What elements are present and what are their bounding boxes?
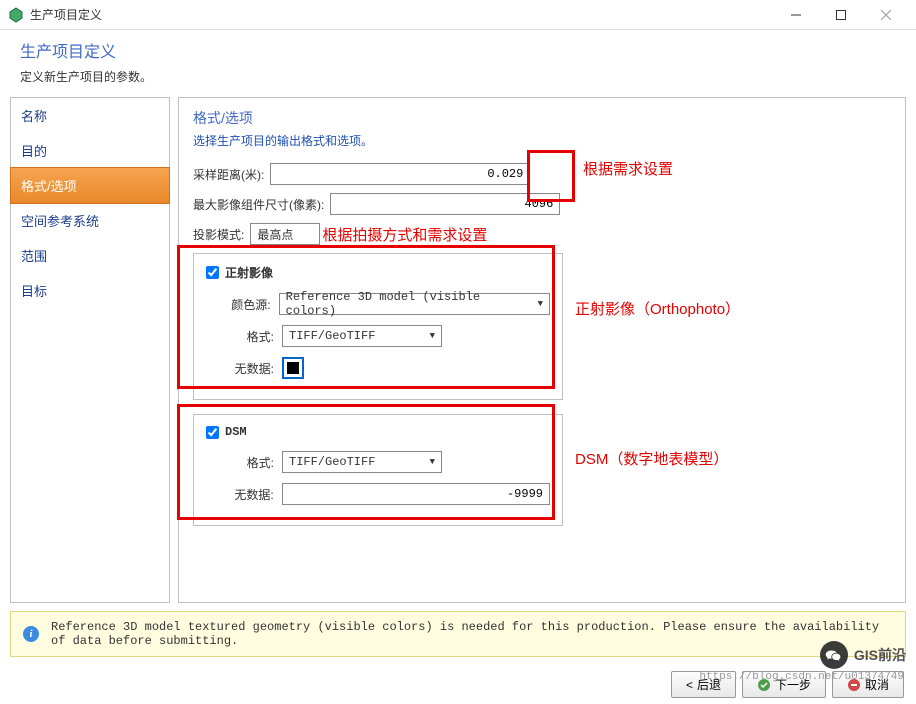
titlebar: 生产项目定义 <box>0 0 916 30</box>
dsm-title: DSM <box>225 425 247 439</box>
ortho-nodata-label: 无数据: <box>224 360 274 377</box>
ortho-checkbox[interactable] <box>206 266 219 279</box>
page-header: 生产项目定义 定义新生产项目的参数。 <box>0 30 916 97</box>
chevron-left-icon: < <box>686 678 693 692</box>
sidebar-item-target[interactable]: 目标 <box>11 273 169 308</box>
close-button[interactable] <box>863 0 908 30</box>
sampling-row: 采样距离(米): <box>193 163 891 185</box>
minimize-button[interactable] <box>773 0 818 30</box>
projection-select[interactable]: 最高点 <box>250 223 320 245</box>
sampling-input[interactable] <box>270 163 530 185</box>
sidebar-item-srs[interactable]: 空间参考系统 <box>11 203 169 238</box>
color-swatch-inner <box>287 362 299 374</box>
window-title: 生产项目定义 <box>30 6 773 23</box>
projection-label: 投影模式: <box>193 226 244 243</box>
dsm-checkbox[interactable] <box>206 426 219 439</box>
projection-value: 最高点 <box>257 226 293 243</box>
page-title: 生产项目定义 <box>20 38 896 62</box>
sidebar-item-name[interactable]: 名称 <box>11 98 169 133</box>
dsm-group: DSM 格式: TIFF/GeoTIFF ▼ 无数据: <box>193 414 563 526</box>
info-icon: i <box>23 626 39 642</box>
colorsrc-label: 颜色源: <box>224 296 271 313</box>
maxsize-label: 最大影像组件尺寸(像素): <box>193 196 324 213</box>
annotation-ortho: 正射影像（Orthophoto） <box>575 298 740 319</box>
ortho-format-label: 格式: <box>224 328 274 345</box>
maxsize-row: 最大影像组件尺寸(像素): <box>193 193 891 215</box>
colorsrc-select[interactable]: Reference 3D model (visible colors) ▼ <box>279 293 550 315</box>
watermark: GIS前沿 <box>820 641 906 669</box>
info-text: Reference 3D model textured geometry (vi… <box>51 620 893 648</box>
app-icon <box>8 7 24 23</box>
section-title: 格式/选项 <box>193 108 891 128</box>
dsm-header: DSM <box>206 425 550 439</box>
ortho-format-value: TIFF/GeoTIFF <box>289 329 375 343</box>
sidebar-item-extent[interactable]: 范围 <box>11 238 169 273</box>
dropdown-arrow-icon: ▼ <box>430 457 435 467</box>
dsm-format-select[interactable]: TIFF/GeoTIFF ▼ <box>282 451 442 473</box>
colorsrc-value: Reference 3D model (visible colors) <box>286 290 530 318</box>
ortho-format-select[interactable]: TIFF/GeoTIFF ▼ <box>282 325 442 347</box>
ortho-group: 正射影像 颜色源: Reference 3D model (visible co… <box>193 253 563 400</box>
dsm-format-label: 格式: <box>224 454 274 471</box>
dropdown-arrow-icon: ▼ <box>538 299 543 309</box>
watermark-url: https://blog.csdn.net/u01374749 <box>699 671 904 683</box>
dsm-nodata-input[interactable] <box>282 483 550 505</box>
projection-row: 投影模式: 最高点 根据拍摄方式和需求设置 <box>193 223 891 245</box>
annotation-dsm: DSM（数字地表模型） <box>575 448 728 469</box>
dropdown-arrow-icon: ▼ <box>430 331 435 341</box>
sampling-label: 采样距离(米): <box>193 166 264 183</box>
ortho-header: 正射影像 <box>206 264 550 281</box>
content-panel: 格式/选项 选择生产项目的输出格式和选项。 采样距离(米): 最大影像组件尺寸(… <box>178 97 906 603</box>
dsm-nodata-label: 无数据: <box>224 486 274 503</box>
nodata-color-picker[interactable] <box>282 357 304 379</box>
main-area: 名称 目的 格式/选项 空间参考系统 范围 目标 格式/选项 选择生产项目的输出… <box>0 97 916 603</box>
section-subtitle: 选择生产项目的输出格式和选项。 <box>193 132 891 149</box>
sidebar: 名称 目的 格式/选项 空间参考系统 范围 目标 <box>10 97 170 603</box>
maxsize-input[interactable] <box>330 193 560 215</box>
window-controls <box>773 0 908 30</box>
info-bar: i Reference 3D model textured geometry (… <box>10 611 906 657</box>
maximize-button[interactable] <box>818 0 863 30</box>
sidebar-item-format[interactable]: 格式/选项 <box>10 167 170 204</box>
annotation-projection: 根据拍摄方式和需求设置 <box>322 224 487 245</box>
ortho-title: 正射影像 <box>225 264 273 281</box>
watermark-brand: GIS前沿 <box>854 645 906 665</box>
page-subtitle: 定义新生产项目的参数。 <box>20 68 896 85</box>
sidebar-item-purpose[interactable]: 目的 <box>11 133 169 168</box>
wechat-icon <box>820 641 848 669</box>
dsm-format-value: TIFF/GeoTIFF <box>289 455 375 469</box>
